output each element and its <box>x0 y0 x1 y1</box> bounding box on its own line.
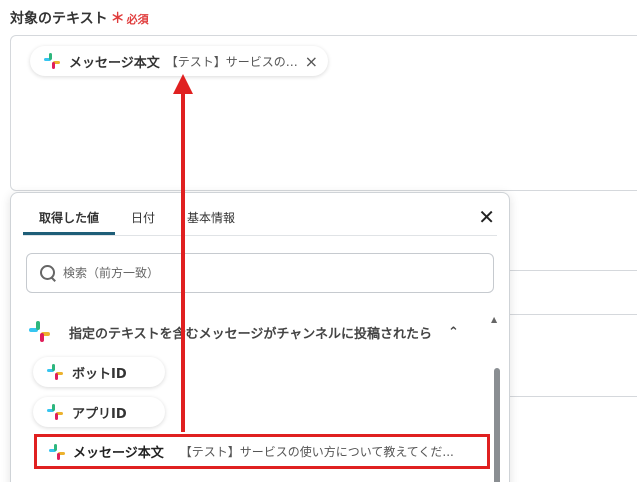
scrollbar[interactable] <box>494 318 500 482</box>
tab-divider <box>23 235 497 236</box>
background-divider <box>509 270 637 271</box>
search-input[interactable] <box>63 266 463 280</box>
tab-date[interactable]: 日付 <box>115 205 171 235</box>
slack-icon <box>44 53 60 69</box>
chip-value: 【テスト】サービスの… <box>165 54 298 69</box>
required-mark: ＊ <box>110 11 125 27</box>
background-divider <box>509 314 637 315</box>
search-box[interactable] <box>26 253 494 293</box>
required-badge: 必須 <box>126 13 149 26</box>
scrollbar-thumb[interactable] <box>494 368 500 482</box>
close-icon[interactable]: ✕ <box>478 205 495 229</box>
remove-chip-icon[interactable]: × <box>305 52 318 71</box>
list-item-app-id[interactable]: アプリID <box>33 397 165 427</box>
item-label: メッセージ本文 <box>73 446 164 461</box>
list-item-message-body[interactable]: メッセージ本文 【テスト】サービスの使い方について教えてくだ... <box>34 434 490 469</box>
field-label: 対象のテキスト＊必須 <box>10 8 149 28</box>
search-icon <box>39 264 57 282</box>
selected-value-chip[interactable]: メッセージ本文 【テスト】サービスの… × <box>30 46 328 76</box>
chevron-up-icon[interactable]: ⌃ <box>448 325 459 340</box>
trigger-section-header[interactable]: 指定のテキストを含むメッセージがチャンネルに投稿されたら ⌃ <box>29 321 459 343</box>
background-divider <box>509 396 637 397</box>
slack-icon <box>49 443 65 460</box>
value-picker-panel: 取得した値 日付 基本情報 ✕ 指定のテキストを含むメッセージがチャンネルに投稿… <box>10 192 510 482</box>
annotation-arrow-line <box>181 92 185 432</box>
tab-retrieved-values[interactable]: 取得した値 <box>23 205 116 235</box>
slack-icon <box>47 404 63 420</box>
slack-icon <box>47 364 63 380</box>
item-label: ボットID <box>72 366 127 382</box>
item-value: 【テスト】サービスの使い方について教えてくだ... <box>179 445 454 459</box>
annotation-arrow-head <box>173 74 193 94</box>
tab-bar: 取得した値 日付 基本情報 <box>23 205 251 235</box>
item-label: アプリID <box>72 406 127 422</box>
list-item-bot-id[interactable]: ボットID <box>33 357 165 387</box>
section-title: 指定のテキストを含むメッセージがチャンネルに投稿されたら <box>69 326 432 342</box>
slack-icon <box>29 321 51 343</box>
field-label-text: 対象のテキスト <box>10 11 108 27</box>
chip-label: メッセージ本文 <box>69 55 160 71</box>
